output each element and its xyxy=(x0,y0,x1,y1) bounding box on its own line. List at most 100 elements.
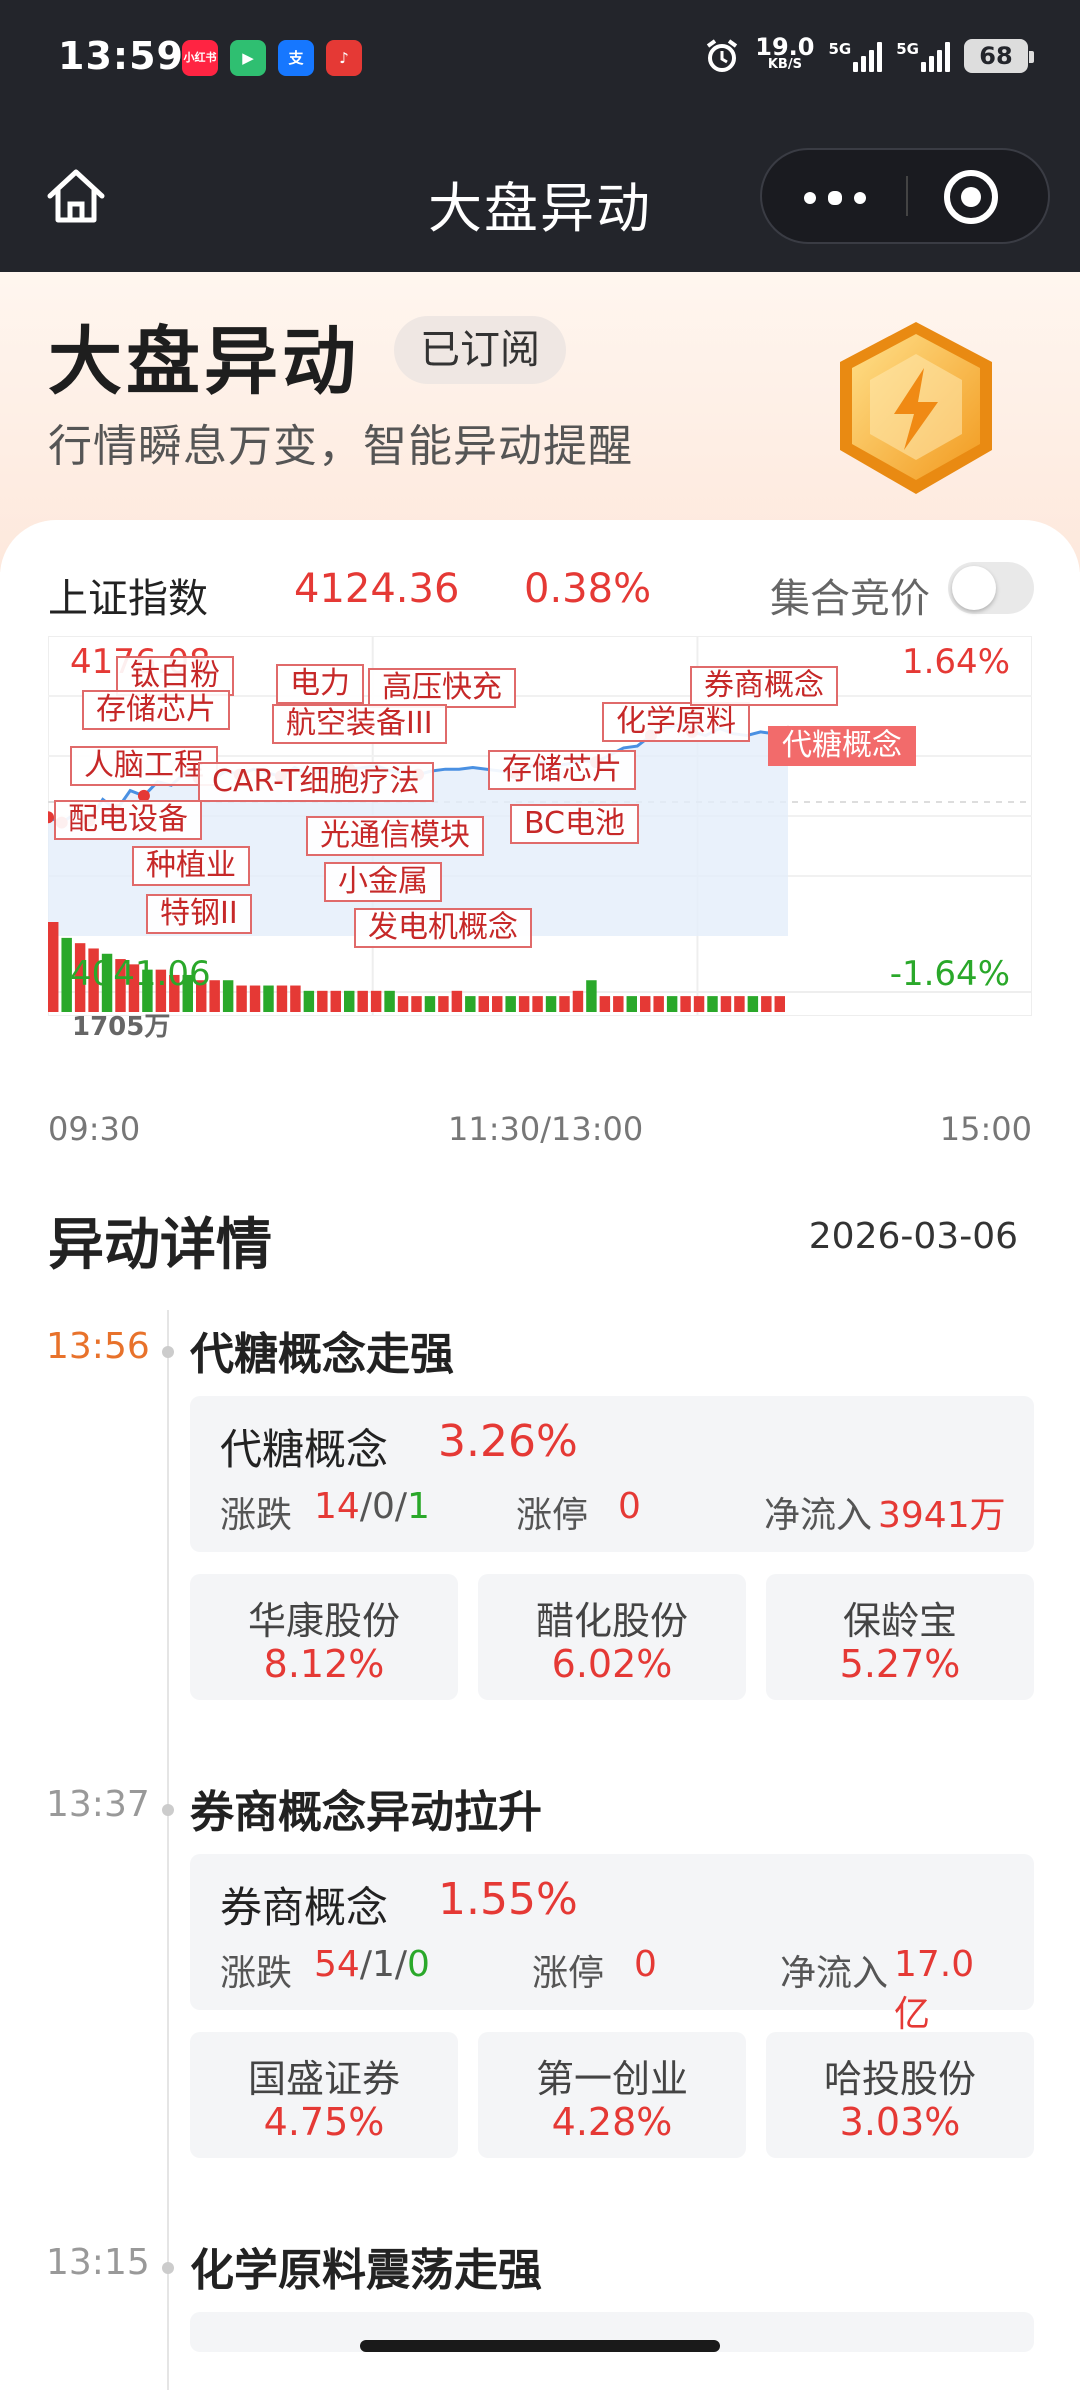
volume-bar xyxy=(640,996,651,1012)
signal-1-label: 5G xyxy=(828,40,852,58)
volume-bar xyxy=(613,996,624,1012)
volume-bar xyxy=(249,985,261,1012)
index-name[interactable]: 上证指数 xyxy=(48,566,208,624)
event-tag[interactable]: 券商概念 xyxy=(690,666,838,706)
volume-bar xyxy=(693,996,705,1012)
volume-bar xyxy=(330,990,341,1012)
time-axis-mid: 11:30/13:00 xyxy=(448,1110,644,1148)
more-button[interactable] xyxy=(762,150,906,242)
volume-bar xyxy=(370,990,382,1012)
stock-list: 华康股份 8.12% 醋化股份 6.02% 保龄宝 5.27% xyxy=(190,1574,1034,1700)
limit-up-label: 涨停 xyxy=(516,1495,589,1536)
volume-bar xyxy=(653,996,664,1012)
time-axis: 09:30 11:30/13:00 15:00 xyxy=(48,1110,1032,1150)
volume-bar xyxy=(236,985,247,1012)
flat-count: 0 xyxy=(371,1486,395,1527)
volume-bar xyxy=(209,980,220,1012)
close-mini-program-button[interactable] xyxy=(944,170,998,224)
volume-bar xyxy=(505,996,516,1012)
stock-pct: 4.28% xyxy=(551,2100,673,2144)
event-item: 13:37 券商概念异动拉升 券商概念 1.55% 涨跌 54/1/0 涨停 0… xyxy=(0,1784,1080,2164)
signal-2: 5G xyxy=(896,40,950,72)
event-tag[interactable]: 人脑工程 xyxy=(70,746,218,786)
volume-bar xyxy=(734,996,745,1012)
stock-card[interactable]: 哈投股份 3.03% xyxy=(766,2032,1034,2158)
battery-icon: 68 xyxy=(964,39,1034,73)
detail-header: 异动详情 2026-03-06 xyxy=(48,1200,1018,1278)
chart-high-pct-label: 1.64% xyxy=(901,642,1010,682)
volume-bar xyxy=(626,996,637,1012)
event-tag[interactable]: 配电设备 xyxy=(54,800,202,840)
event-tag[interactable]: 电力 xyxy=(276,664,364,704)
alipay-icon: 支 xyxy=(278,40,314,76)
intraday-chart[interactable]: 4176.08 1.64% 4041.06 -1.64% 1705万 钛白粉 存… xyxy=(42,635,1033,1042)
fall-count: 0 xyxy=(407,1944,430,1985)
hero-subtitle: 行情瞬息万变，智能异动提醒 xyxy=(48,421,633,472)
stock-card[interactable]: 华康股份 8.12% xyxy=(190,1574,458,1700)
chart-low-label: 4041.06 xyxy=(70,954,211,994)
signal-bars-icon xyxy=(853,40,883,72)
stock-card[interactable]: 第一创业 4.28% xyxy=(478,2032,746,2158)
volume-bar xyxy=(303,990,315,1012)
home-indicator[interactable] xyxy=(360,2340,720,2352)
event-tag[interactable]: 航空装备III xyxy=(272,704,447,744)
sector-name: 券商概念 xyxy=(220,1883,389,1932)
hero-title: 大盘异动 xyxy=(48,319,360,405)
xiaohongshu-icon: 小红书 xyxy=(182,40,218,76)
event-tag[interactable]: CAR-T细胞疗法 xyxy=(198,762,434,802)
volume-bar xyxy=(357,990,368,1012)
event-tag[interactable]: 种植业 xyxy=(132,846,250,886)
stock-name: 哈投股份 xyxy=(823,2057,976,2101)
signal-bars-icon xyxy=(921,40,950,72)
timeline-dot xyxy=(162,2262,174,2274)
detail-date[interactable]: 2026-03-06 xyxy=(809,1216,1018,1257)
stock-card[interactable]: 醋化股份 6.02% xyxy=(478,1574,746,1700)
net-inflow-value: 17.0亿 xyxy=(894,1944,975,2035)
stock-name: 华康股份 xyxy=(247,1599,400,1643)
event-tag[interactable]: 发电机概念 xyxy=(354,908,532,948)
net-inflow-label: 净流入 xyxy=(764,1495,873,1536)
event-tag[interactable]: 存储芯片 xyxy=(488,750,636,790)
volume-bar xyxy=(465,996,476,1012)
event-tag-active[interactable]: 代糖概念 xyxy=(768,726,916,766)
signal-2-label: 5G xyxy=(896,40,919,58)
event-tag[interactable]: 高压快充 xyxy=(368,668,516,708)
volume-bar xyxy=(478,996,489,1012)
event-tag[interactable]: 光通信模块 xyxy=(306,816,484,856)
event-tag[interactable]: 特钢II xyxy=(146,894,252,934)
volume-bar xyxy=(666,996,678,1012)
event-tag[interactable]: 化学原料 xyxy=(602,702,750,742)
limit-up-count: 0 xyxy=(634,1944,657,1985)
event-tag[interactable]: 小金属 xyxy=(324,862,442,902)
stock-card[interactable]: 国盛证券 4.75% xyxy=(190,2032,458,2158)
chart-volume-label: 1705万 xyxy=(72,1012,171,1042)
signal-1: 5G xyxy=(829,40,883,72)
status-time: 13:59 xyxy=(58,34,184,78)
volume-bar xyxy=(720,996,732,1012)
capsule-divider xyxy=(906,176,908,216)
auction-label: 集合竞价 xyxy=(770,576,930,622)
volume-bar xyxy=(290,985,301,1012)
event-title: 券商概念异动拉升 xyxy=(190,1787,542,1838)
volume-bar xyxy=(545,996,557,1012)
sector-box[interactable]: 券商概念 1.55% 涨跌 54/1/0 涨停 0 净流入 17.0亿 xyxy=(190,1854,1034,2035)
stock-card[interactable]: 保龄宝 5.27% xyxy=(766,1574,1034,1700)
volume-bar xyxy=(397,996,409,1012)
event-item: 13:56 代糖概念走强 代糖概念 3.26% 涨跌 14/0/1 涨停 0 净… xyxy=(0,1326,1080,1706)
event-title: 代糖概念走强 xyxy=(190,1329,454,1380)
target-icon xyxy=(961,187,981,207)
sector-box[interactable]: 代糖概念 3.26% 涨跌 14/0/1 涨停 0 净流入 3941万 xyxy=(190,1396,1034,1552)
auction-toggle[interactable] xyxy=(948,562,1034,614)
event-tag[interactable]: 存储芯片 xyxy=(82,690,230,730)
stock-pct: 4.75% xyxy=(263,2100,385,2144)
event-time: 13:15 xyxy=(46,2242,150,2283)
volume-bar xyxy=(707,996,718,1012)
rise-count: 14 xyxy=(314,1486,360,1527)
status-bar: 13:59 小红书 ▶ 支 ♪ 19.0 KB/S 5G 5G 68 xyxy=(0,0,1080,112)
event-tag[interactable]: BC电池 xyxy=(510,804,640,844)
volume-bar xyxy=(599,996,611,1012)
subscribed-badge[interactable]: 已订阅 xyxy=(394,316,566,384)
stock-list: 国盛证券 4.75% 第一创业 4.28% 哈投股份 3.03% xyxy=(190,2032,1034,2158)
stock-name: 保龄宝 xyxy=(842,1599,957,1643)
sector-pct: 1.55% xyxy=(438,1874,578,1925)
